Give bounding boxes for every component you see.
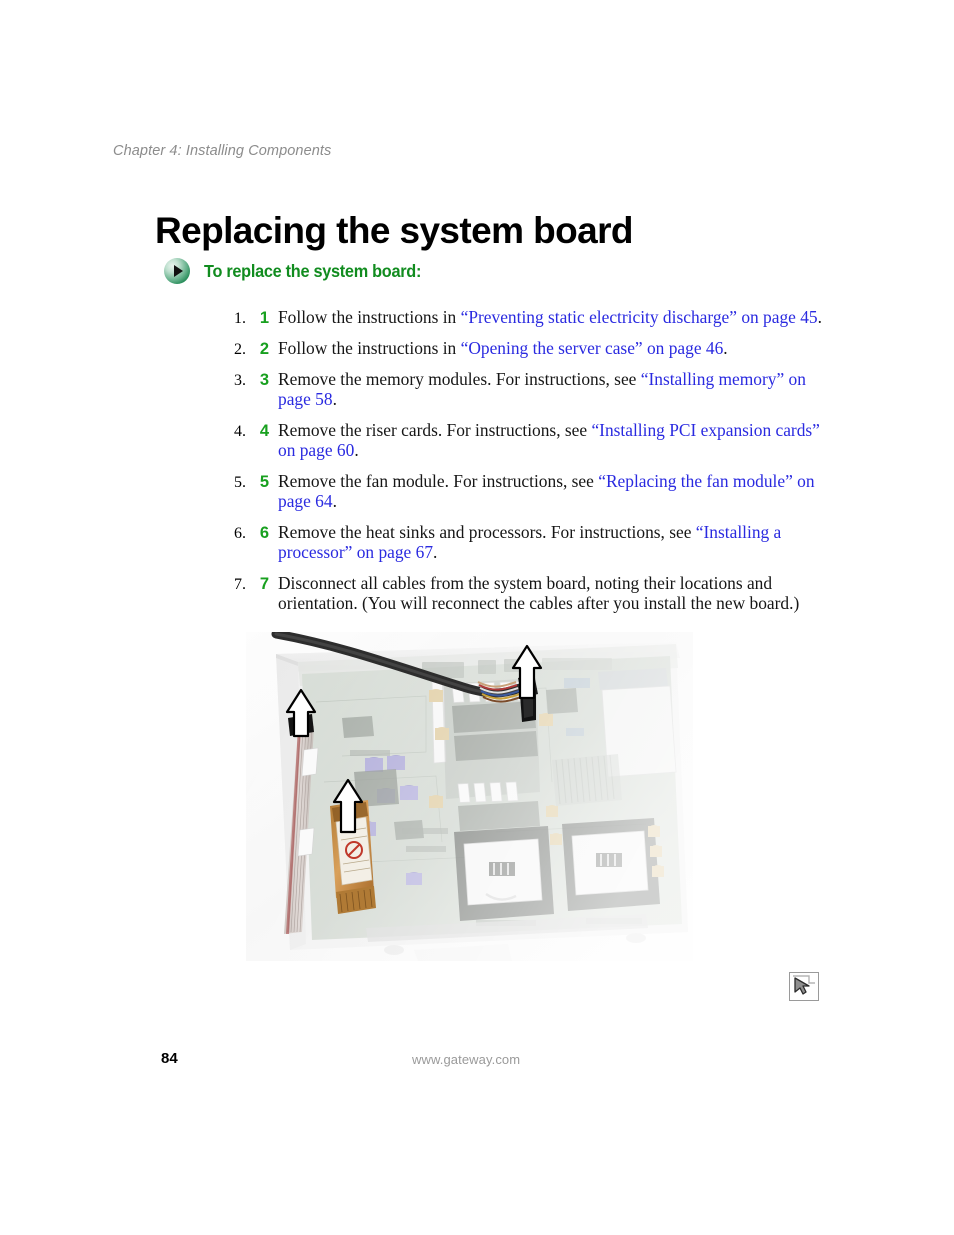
footer-url: www.gateway.com xyxy=(412,1052,521,1067)
step-text: Follow the instructions in “Opening the … xyxy=(278,338,728,358)
step-text: Remove the memory modules. For instructi… xyxy=(278,369,806,409)
step-text-run: Remove the memory modules. For instructi… xyxy=(278,369,641,389)
page-number: 84 xyxy=(161,1050,178,1067)
step-text: Remove the fan module. For instructions,… xyxy=(278,471,815,511)
step-number: 6 xyxy=(259,524,269,542)
step-text-run: . xyxy=(817,307,822,327)
cross-reference-link[interactable]: “Preventing static electricity discharge… xyxy=(461,307,818,327)
procedure-step: 7 Disconnect all cables from the system b… xyxy=(250,573,832,614)
step-text-run: . xyxy=(354,440,359,460)
procedure-heading: To replace the system board: xyxy=(164,258,437,284)
step-text-run: Remove the heat sinks and processors. Fo… xyxy=(278,522,696,542)
step-text-run: Remove the fan module. For instructions,… xyxy=(278,471,599,491)
document-page: Chapter 4: Installing Components Replaci… xyxy=(0,0,954,1235)
procedure-step: 6 Remove the heat sinks and processors. F… xyxy=(250,522,832,563)
step-text: Remove the riser cards. For instructions… xyxy=(278,420,820,460)
procedure-step-list: 1 Follow the instructions in “Preventing … xyxy=(210,307,832,625)
step-text: Disconnect all cables from the system bo… xyxy=(278,573,799,613)
step-number: 3 xyxy=(259,371,269,389)
step-text-run: . xyxy=(433,542,438,562)
step-number: 2 xyxy=(259,340,269,358)
procedure-step: 5 Remove the fan module. For instructions… xyxy=(250,471,832,512)
procedure-step: 2 Follow the instructions in “Opening the… xyxy=(250,338,832,359)
step-number: 5 xyxy=(259,473,269,491)
step-text-run: . xyxy=(723,338,728,358)
procedure-step: 3 Remove the memory modules. For instruct… xyxy=(250,369,832,410)
step-text-run: Follow the instructions in xyxy=(278,338,461,358)
step-text-run: Disconnect all cables from the system bo… xyxy=(278,573,800,613)
step-text-run: . xyxy=(332,389,337,409)
page-title: Replacing the system board xyxy=(155,209,633,251)
page-cursor-icon[interactable] xyxy=(789,972,819,1001)
cross-reference-link[interactable]: “Opening the server case” on page 46 xyxy=(461,338,724,358)
step-text-run: . xyxy=(332,491,337,511)
step-text-run: Remove the riser cards. For instructions… xyxy=(278,420,592,440)
play-triangle-icon xyxy=(164,258,190,284)
step-number: 1 xyxy=(259,309,269,327)
procedure-step: 1 Follow the instructions in “Preventing … xyxy=(250,307,832,328)
chapter-header: Chapter 4: Installing Components xyxy=(113,143,332,159)
step-text-run: Follow the instructions in xyxy=(278,307,461,327)
server-system-board-photo xyxy=(246,632,693,961)
step-number: 4 xyxy=(259,422,269,440)
step-text: Remove the heat sinks and processors. Fo… xyxy=(278,522,781,562)
procedure-heading-label: To replace the system board: xyxy=(204,260,422,281)
step-number: 7 xyxy=(259,575,269,593)
procedure-step: 4 Remove the riser cards. For instruction… xyxy=(250,420,832,461)
step-text: Follow the instructions in “Preventing s… xyxy=(278,307,822,327)
